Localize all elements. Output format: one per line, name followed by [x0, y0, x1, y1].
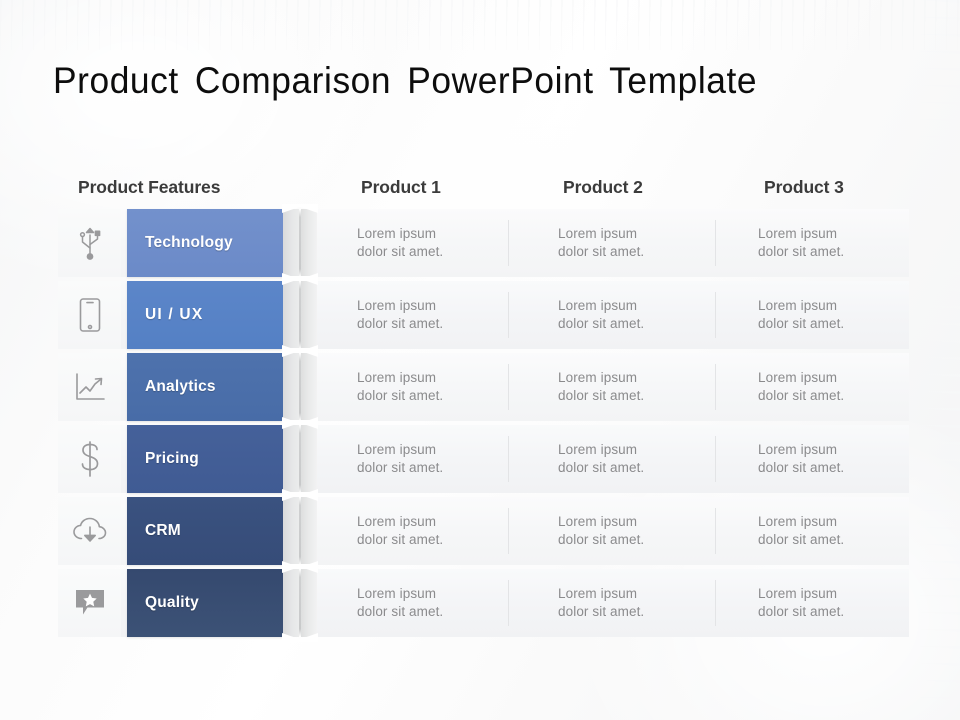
- feature-icon-tile: [58, 425, 121, 493]
- feature-icon-tile: [58, 353, 121, 421]
- line-chart-icon: [74, 372, 106, 402]
- table-row[interactable]: Pricing Lorem ipsum dolor sit amet. Lore…: [0, 420, 960, 498]
- column-header-product-3: Product 3: [764, 177, 844, 197]
- cell-product-1[interactable]: Lorem ipsum dolor sit amet.: [357, 569, 507, 637]
- cell-text: Lorem ipsum dolor sit amet.: [357, 514, 444, 547]
- cell-product-1[interactable]: Lorem ipsum dolor sit amet.: [357, 353, 507, 421]
- column-divider: [508, 436, 509, 482]
- column-header-product-2: Product 2: [563, 177, 643, 197]
- cell-product-1[interactable]: Lorem ipsum dolor sit amet.: [357, 425, 507, 493]
- smartphone-icon: [78, 297, 102, 333]
- column-divider: [715, 436, 716, 482]
- cell-product-3[interactable]: Lorem ipsum dolor sit amet.: [758, 353, 908, 421]
- cell-text: Lorem ipsum dolor sit amet.: [758, 514, 845, 547]
- feature-label: Analytics: [145, 378, 216, 395]
- feature-label-bar[interactable]: CRM: [127, 497, 283, 565]
- cell-product-3[interactable]: Lorem ipsum dolor sit amet.: [758, 281, 908, 349]
- cell-product-2[interactable]: Lorem ipsum dolor sit amet.: [558, 353, 708, 421]
- cell-text: Lorem ipsum dolor sit amet.: [758, 226, 845, 259]
- cell-text: Lorem ipsum dolor sit amet.: [357, 298, 444, 331]
- cell-product-2[interactable]: Lorem ipsum dolor sit amet.: [558, 569, 708, 637]
- cell-product-1[interactable]: Lorem ipsum dolor sit amet.: [357, 497, 507, 565]
- cell-text: Lorem ipsum dolor sit amet.: [558, 442, 645, 475]
- cell-text: Lorem ipsum dolor sit amet.: [758, 298, 845, 331]
- cell-text: Lorem ipsum dolor sit amet.: [357, 586, 444, 619]
- feature-label-bar[interactable]: Pricing: [127, 425, 283, 493]
- cell-product-2[interactable]: Lorem ipsum dolor sit amet.: [558, 425, 708, 493]
- cloud-download-icon: [71, 516, 109, 546]
- star-comment-icon: [73, 588, 107, 618]
- table-row[interactable]: UI / UX Lorem ipsum dolor sit amet. Lore…: [0, 276, 960, 354]
- feature-label: Pricing: [145, 450, 199, 467]
- column-divider: [508, 364, 509, 410]
- cell-text: Lorem ipsum dolor sit amet.: [758, 370, 845, 403]
- cell-product-3[interactable]: Lorem ipsum dolor sit amet.: [758, 569, 908, 637]
- feature-icon-tile: [58, 281, 121, 349]
- column-divider: [715, 580, 716, 626]
- column-divider: [508, 220, 509, 266]
- cell-product-2[interactable]: Lorem ipsum dolor sit amet.: [558, 281, 708, 349]
- feature-icon-tile: [58, 497, 121, 565]
- feature-icon-tile: [58, 569, 121, 637]
- cell-product-3[interactable]: Lorem ipsum dolor sit amet.: [758, 497, 908, 565]
- cell-text: Lorem ipsum dolor sit amet.: [558, 298, 645, 331]
- cell-product-3[interactable]: Lorem ipsum dolor sit amet.: [758, 209, 908, 277]
- feature-icon-tile: [58, 209, 121, 277]
- cell-product-1[interactable]: Lorem ipsum dolor sit amet.: [357, 281, 507, 349]
- feature-label-bar[interactable]: Technology: [127, 209, 283, 277]
- cell-product-3[interactable]: Lorem ipsum dolor sit amet.: [758, 425, 908, 493]
- column-divider: [508, 292, 509, 338]
- cell-text: Lorem ipsum dolor sit amet.: [558, 586, 645, 619]
- slide-canvas: Product Comparison PowerPoint Template P…: [0, 0, 960, 720]
- table-row[interactable]: Quality Lorem ipsum dolor sit amet. Lore…: [0, 564, 960, 642]
- feature-label: UI / UX: [145, 306, 204, 323]
- cell-product-2[interactable]: Lorem ipsum dolor sit amet.: [558, 497, 708, 565]
- feature-label: Technology: [145, 234, 233, 251]
- column-divider: [715, 508, 716, 554]
- column-divider: [508, 580, 509, 626]
- cell-product-2[interactable]: Lorem ipsum dolor sit amet.: [558, 209, 708, 277]
- feature-label: CRM: [145, 522, 181, 539]
- column-divider: [715, 220, 716, 266]
- feature-label-bar[interactable]: Analytics: [127, 353, 283, 421]
- cell-text: Lorem ipsum dolor sit amet.: [357, 442, 444, 475]
- column-divider: [715, 292, 716, 338]
- feature-label: Quality: [145, 594, 199, 611]
- cell-text: Lorem ipsum dolor sit amet.: [558, 370, 645, 403]
- cell-text: Lorem ipsum dolor sit amet.: [558, 226, 645, 259]
- cell-text: Lorem ipsum dolor sit amet.: [758, 442, 845, 475]
- table-row[interactable]: CRM Lorem ipsum dolor sit amet. Lorem ip…: [0, 492, 960, 570]
- usb-icon: [75, 226, 105, 260]
- page-title: Product Comparison PowerPoint Template: [53, 60, 758, 101]
- column-divider: [508, 508, 509, 554]
- cell-text: Lorem ipsum dolor sit amet.: [357, 226, 444, 259]
- cell-text: Lorem ipsum dolor sit amet.: [558, 514, 645, 547]
- feature-label-bar[interactable]: UI / UX: [127, 281, 283, 349]
- cell-text: Lorem ipsum dolor sit amet.: [758, 586, 845, 619]
- cell-text: Lorem ipsum dolor sit amet.: [357, 370, 444, 403]
- cell-product-1[interactable]: Lorem ipsum dolor sit amet.: [357, 209, 507, 277]
- column-divider: [715, 364, 716, 410]
- table-row[interactable]: Technology Lorem ipsum dolor sit amet. L…: [0, 204, 960, 282]
- feature-label-bar[interactable]: Quality: [127, 569, 283, 637]
- table-row[interactable]: Analytics Lorem ipsum dolor sit amet. Lo…: [0, 348, 960, 426]
- column-header-features: Product Features: [78, 177, 221, 197]
- dollar-icon: [77, 440, 103, 478]
- column-header-product-1: Product 1: [361, 177, 441, 197]
